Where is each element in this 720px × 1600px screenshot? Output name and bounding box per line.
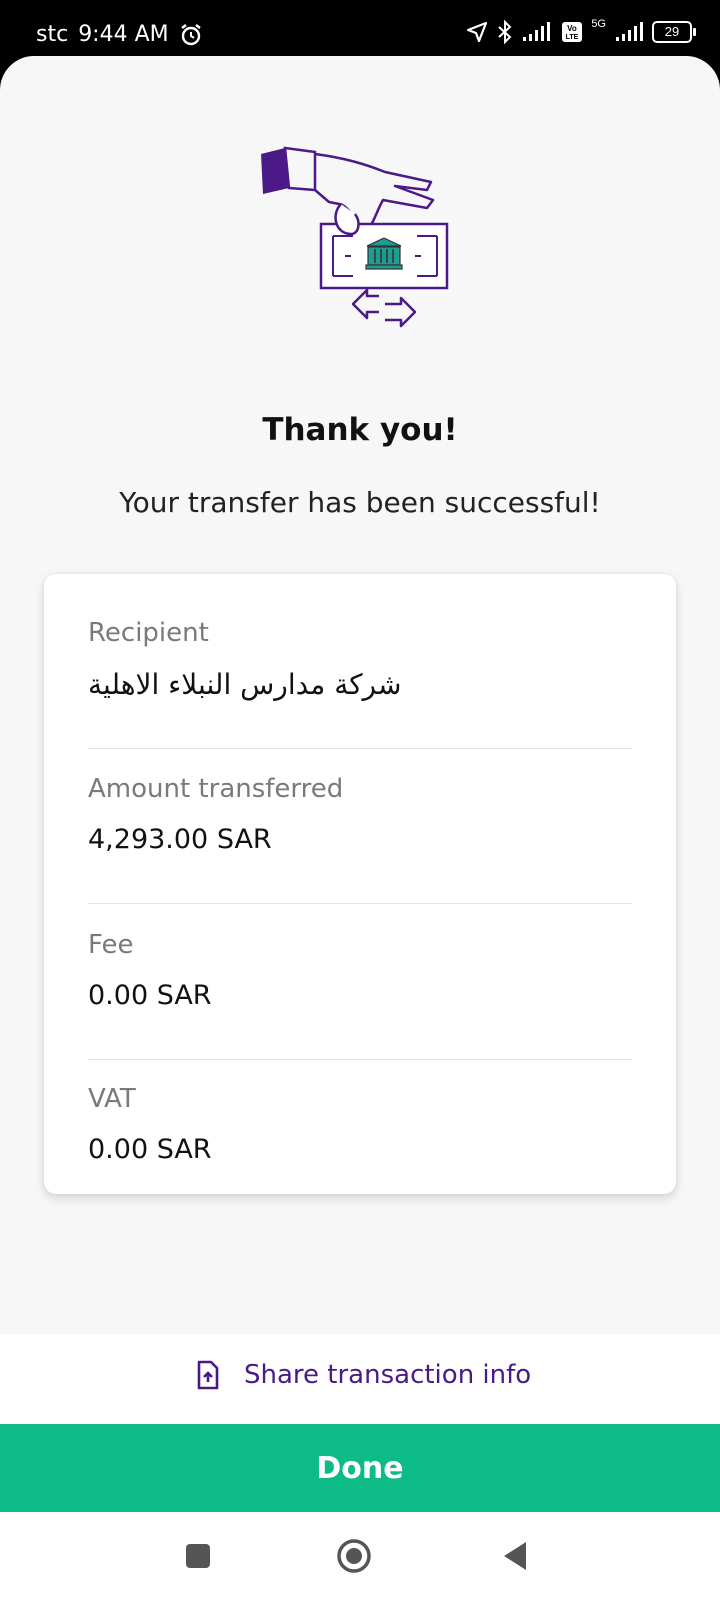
success-message: Your transfer has been successful! bbox=[119, 486, 601, 519]
detail-value: 4,293.00 SAR bbox=[88, 824, 272, 855]
share-area: Share transaction info bbox=[0, 1334, 720, 1424]
detail-value: 0.00 SAR bbox=[88, 980, 212, 1011]
status-bar: stc 9:44 AM Vo LTE 5G 29 bbox=[0, 0, 720, 60]
done-button[interactable]: Done bbox=[0, 1424, 720, 1512]
divider bbox=[88, 748, 632, 749]
transaction-details-card: Recipient شركة مدارس النبلاء الاهلية Amo… bbox=[44, 574, 676, 1194]
bluetooth-icon bbox=[498, 20, 512, 44]
detail-row-amount: Amount transferred 4,293.00 SAR bbox=[88, 774, 632, 855]
alarm-icon bbox=[180, 23, 201, 45]
status-right: Vo LTE 5G 29 bbox=[465, 18, 696, 44]
detail-value: 0.00 SAR bbox=[88, 1134, 212, 1165]
divider bbox=[88, 1059, 632, 1060]
recents-button[interactable] bbox=[180, 1538, 216, 1574]
share-file-icon bbox=[197, 1360, 219, 1390]
square-icon bbox=[186, 1544, 210, 1568]
battery-indicator: 29 bbox=[652, 21, 696, 43]
clock-time: 9:44 AM bbox=[78, 22, 169, 47]
hand-banknote-illustration bbox=[261, 146, 449, 328]
detail-row-fee: Fee 0.00 SAR bbox=[88, 930, 632, 1011]
detail-label: Fee bbox=[88, 930, 134, 960]
carrier-label: stc bbox=[36, 22, 69, 47]
detail-label: Amount transferred bbox=[88, 774, 344, 804]
volte-icon: Vo LTE bbox=[562, 22, 583, 42]
detail-row-vat: VAT 0.00 SAR bbox=[88, 1084, 632, 1165]
back-triangle-icon bbox=[504, 1542, 526, 1570]
svg-text:Vo: Vo bbox=[567, 24, 577, 33]
detail-label: VAT bbox=[88, 1084, 136, 1114]
signal-icon bbox=[523, 22, 551, 41]
detail-value: شركة مدارس النبلاء الاهلية bbox=[88, 668, 402, 701]
home-button[interactable] bbox=[336, 1538, 372, 1574]
page-title: Thank you! bbox=[262, 412, 458, 448]
system-nav-bar bbox=[0, 1512, 720, 1600]
share-transaction-button[interactable]: Share transaction info bbox=[196, 1360, 531, 1390]
network-type: 5G bbox=[591, 18, 606, 30]
signal-icon-2 bbox=[616, 22, 643, 41]
detail-row-recipient: Recipient شركة مدارس النبلاء الاهلية bbox=[88, 618, 632, 701]
confirmation-sheet: Thank you! Your transfer has been succes… bbox=[0, 56, 720, 1334]
svg-text:LTE: LTE bbox=[566, 34, 579, 41]
divider bbox=[88, 903, 632, 904]
share-label: Share transaction info bbox=[244, 1360, 532, 1390]
location-icon bbox=[467, 21, 488, 43]
status-left: stc 9:44 AM bbox=[36, 22, 203, 47]
detail-label: Recipient bbox=[88, 618, 209, 648]
back-button[interactable] bbox=[498, 1538, 534, 1574]
circle-icon bbox=[337, 1539, 371, 1573]
